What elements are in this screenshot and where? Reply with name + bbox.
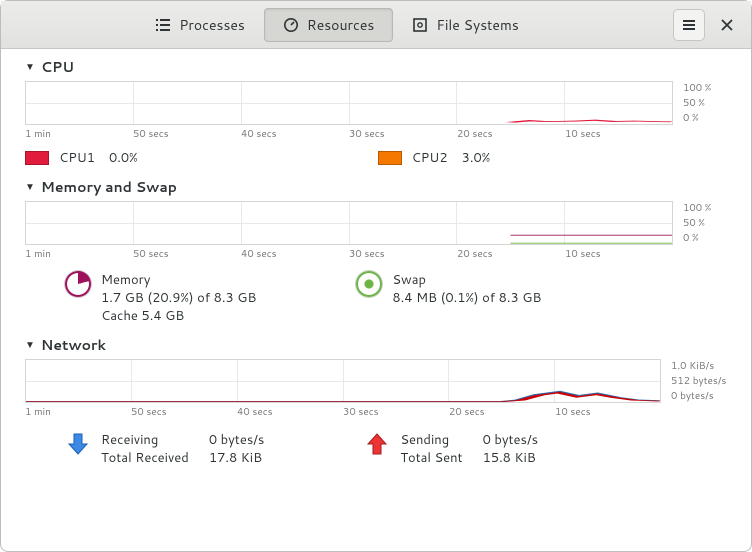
cpu-legend: CPU1 0.0% CPU2 3.0% [25,149,727,167]
tab-resources[interactable]: Resources [264,8,393,42]
expand-icon: ▼ [25,180,35,194]
swap-label: Swap [392,271,541,289]
cpu1-swatch [25,151,49,165]
network-legend: Receiving 0 bytes/s Total Received 17.8 … [25,431,727,467]
tab-label: Processes [179,15,245,35]
network-ylabels: 1.0 KiB/s 512 bytes/s 0 bytes/s [667,359,727,403]
tab-label: File Systems [436,15,518,35]
recv-label: Receiving [101,431,189,449]
list-icon [155,17,171,33]
download-arrow-icon [65,431,91,462]
tab-label: Resources [307,15,374,35]
send-total: 15.8 KiB [483,449,538,467]
titlebar: Processes Resources File Systems [1,1,751,49]
view-tabs: Processes Resources File Systems [1,8,673,42]
recv-total: 17.8 KiB [209,449,264,467]
tab-processes[interactable]: Processes [136,8,264,42]
tab-filesystems[interactable]: File Systems [393,8,537,42]
swap-value: 8.4 MB (0.1%) of 8.3 GB [392,289,541,307]
expand-icon: ▼ [25,60,35,74]
memory-label: Memory [101,271,256,289]
memory-section: ▼ Memory and Swap 100 % 50 % 0 % 1 min 5… [25,177,727,325]
memory-header[interactable]: ▼ Memory and Swap [25,177,727,197]
network-chart [25,359,661,403]
cpu1-value: 0.0% [109,149,138,167]
send-total-label: Total Sent [400,449,462,467]
sending-item: Sending 0 bytes/s Total Sent 15.8 KiB [364,431,538,467]
content-area: ▼ CPU 100 % 50 % 0 % 1 min 50 secs 40 se… [1,49,751,489]
section-title: Memory and Swap [41,177,177,197]
cpu-header[interactable]: ▼ CPU [25,57,727,77]
disk-icon [412,17,428,33]
memory-cache: Cache 5.4 GB [101,307,256,325]
recv-total-label: Total Received [101,449,189,467]
cpu1-label: CPU1 [59,149,95,167]
network-header[interactable]: ▼ Network [25,335,727,355]
swap-item: Swap 8.4 MB (0.1%) of 8.3 GB [356,271,541,325]
window-controls [673,9,743,41]
memory-legend: Memory 1.7 GB (20.9%) of 8.3 GB Cache 5.… [25,271,727,325]
cpu2-legend: CPU2 3.0% [378,149,491,167]
cpu-chart [25,81,673,125]
section-title: Network [41,335,106,355]
memory-ylabels: 100 % 50 % 0 % [679,201,727,245]
cpu1-legend: CPU1 0.0% [25,149,138,167]
cpu-xlabels: 1 min 50 secs 40 secs 30 secs 20 secs 10… [25,125,727,147]
receiving-item: Receiving 0 bytes/s Total Received 17.8 … [65,431,264,467]
memory-item: Memory 1.7 GB (20.9%) of 8.3 GB Cache 5.… [65,271,256,325]
memory-xlabels: 1 min 50 secs 40 secs 30 secs 20 secs 10… [25,245,727,267]
cpu2-swatch [378,151,402,165]
expand-icon: ▼ [25,338,35,352]
recv-rate: 0 bytes/s [209,431,264,449]
send-rate: 0 bytes/s [483,431,538,449]
send-label: Sending [400,431,462,449]
speedometer-icon [283,17,299,33]
hamburger-icon [682,18,696,32]
cpu2-label: CPU2 [412,149,448,167]
section-title: CPU [41,57,74,77]
swap-pie-icon [356,271,382,297]
network-section: ▼ Network 1.0 KiB/s 512 bytes/s 0 bytes/… [25,335,727,467]
memory-chart [25,201,673,245]
cpu-section: ▼ CPU 100 % 50 % 0 % 1 min 50 secs 40 se… [25,57,727,167]
memory-pie-icon [65,271,91,297]
cpu-ylabels: 100 % 50 % 0 % [679,81,727,125]
close-icon [721,19,733,31]
memory-value: 1.7 GB (20.9%) of 8.3 GB [101,289,256,307]
cpu2-value: 3.0% [462,149,491,167]
network-xlabels: 1 min 50 secs 40 secs 30 secs 20 secs 10… [25,403,727,425]
close-button[interactable] [711,9,743,41]
upload-arrow-icon [364,431,390,462]
hamburger-menu-button[interactable] [673,9,705,41]
